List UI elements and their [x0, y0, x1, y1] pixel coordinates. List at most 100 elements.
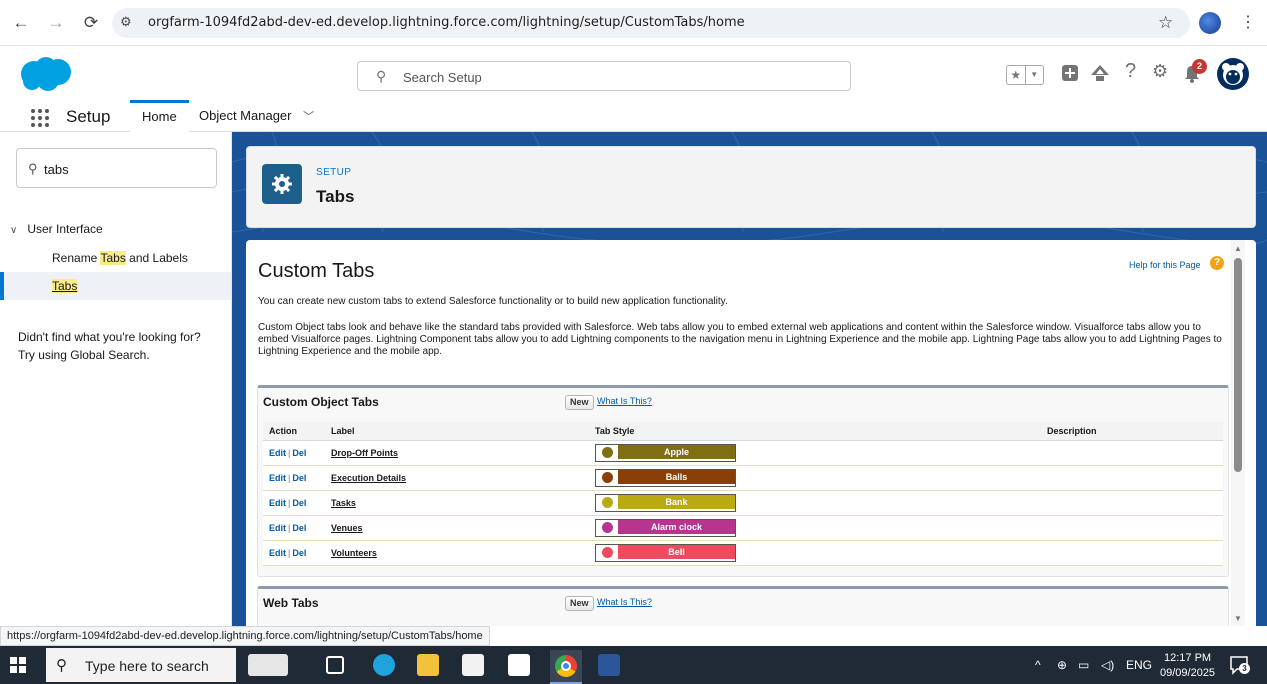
row-label-cell: Execution Details — [325, 465, 589, 491]
app-launcher-icon[interactable] — [31, 109, 49, 127]
table-row: Edit | Del Venues Alarm clock — [263, 515, 1223, 541]
taskbar-date: 09/09/2025 — [1160, 667, 1216, 679]
tab-style-swatch: Apple — [595, 443, 736, 462]
bank-icon — [596, 494, 618, 511]
tree-item-tabs[interactable]: Tabs — [0, 272, 231, 300]
global-search-box[interactable]: ⚲ Search Setup — [357, 61, 851, 91]
setup-sidebar: ⚲ tabs ∨ User Interface Rename Tabs and … — [0, 132, 232, 626]
chrome-taskbar-button[interactable] — [550, 650, 582, 684]
balls-icon — [596, 469, 618, 486]
tab-home[interactable]: Home — [130, 100, 189, 132]
sidebar-help-line: Didn't find what you're looking for? — [18, 330, 201, 344]
new-custom-object-tab-button[interactable]: New — [565, 395, 594, 410]
del-link[interactable]: Del — [292, 523, 306, 533]
microsoft-store-icon[interactable] — [462, 654, 484, 676]
favorites-button[interactable]: ★ ▼ — [1006, 65, 1044, 85]
global-actions-icon[interactable] — [1061, 64, 1079, 82]
del-link[interactable]: Del — [292, 473, 306, 483]
tree-item-rename-tabs-and-labels[interactable]: Rename Tabs and Labels — [0, 244, 231, 272]
word-icon[interactable] — [598, 654, 620, 676]
task-view-icon[interactable] — [326, 656, 344, 674]
site-settings-icon[interactable]: ⚙ — [120, 14, 132, 30]
browser-menu-icon[interactable]: ⋮ — [1240, 12, 1256, 32]
volume-icon[interactable]: ◁) — [1101, 658, 1114, 672]
salesforce-logo[interactable] — [18, 55, 74, 93]
browser-profile-icon[interactable] — [1199, 12, 1221, 34]
del-link[interactable]: Del — [292, 498, 306, 508]
tab-label-link[interactable]: Venues — [331, 523, 363, 533]
trailhead-guide-icon[interactable] — [1090, 64, 1110, 82]
what-is-this-link[interactable]: What Is This? — [597, 396, 652, 406]
quick-find-box[interactable]: ⚲ tabs — [16, 148, 217, 188]
help-icon[interactable]: ? — [1125, 60, 1136, 83]
action-center-badge: 3 — [1239, 663, 1250, 674]
row-actions: Edit | Del — [263, 440, 325, 466]
table-row: Edit | Del Execution Details Balls — [263, 465, 1223, 491]
tray-overflow-chevron-icon[interactable]: ^ — [1035, 658, 1041, 672]
tree-group-user-interface[interactable]: ∨ User Interface — [10, 222, 103, 236]
what-is-this-link[interactable]: What Is This? — [597, 597, 652, 607]
search-icon: ⚲ — [28, 161, 38, 176]
scrollbar-thumb[interactable] — [1234, 258, 1242, 472]
quick-find-input[interactable]: tabs — [44, 162, 69, 177]
row-label-cell: Tasks — [325, 490, 589, 516]
edit-link[interactable]: Edit — [269, 548, 286, 558]
user-avatar[interactable] — [1217, 58, 1249, 90]
global-search-input[interactable]: Search Setup — [403, 70, 482, 85]
sidebar-help-line: Try using Global Search. — [18, 348, 150, 362]
edit-link[interactable]: Edit — [269, 498, 286, 508]
sidebar-help-text: Didn't find what you're looking for? Try… — [18, 328, 201, 364]
scroll-up-arrow-icon[interactable]: ▲ — [1234, 244, 1242, 253]
favorites-star-icon[interactable]: ★ — [1007, 66, 1025, 84]
edit-link[interactable]: Edit — [269, 448, 286, 458]
chevron-down-icon[interactable]: ∨ — [10, 225, 24, 236]
tab-style-name: Alarm clock — [618, 519, 735, 534]
forward-arrow-icon[interactable]: → — [45, 12, 67, 34]
notification-badge: 2 — [1192, 59, 1207, 74]
tray-app-icon[interactable]: ⊕ — [1057, 658, 1067, 672]
taskbar-clock[interactable]: 12:17 PM 09/09/2025 — [1160, 651, 1215, 681]
action-center-icon[interactable]: 3 — [1229, 655, 1250, 675]
reload-icon[interactable]: ⟳ — [80, 12, 102, 34]
sudoku-widget-icon[interactable] — [248, 654, 288, 676]
address-bar-url[interactable]: orgfarm-1094fd2abd-dev-ed.develop.lightn… — [148, 15, 745, 30]
row-description-cell — [1041, 515, 1223, 541]
windows-start-icon[interactable] — [10, 657, 26, 673]
tab-object-manager[interactable]: Object Manager ﹀ — [187, 100, 326, 132]
tab-style-swatch: Balls — [595, 468, 736, 487]
mail-icon[interactable] — [508, 654, 530, 676]
language-indicator[interactable]: ENG — [1126, 658, 1152, 672]
help-for-this-page-link[interactable]: Help for this Page — [1129, 260, 1201, 270]
tab-label-link[interactable]: Drop-Off Points — [331, 448, 398, 458]
row-tabstyle-cell: Bank — [589, 490, 1041, 516]
back-arrow-icon[interactable]: ← — [10, 12, 32, 34]
new-web-tab-button[interactable]: New — [565, 596, 594, 611]
edit-link[interactable]: Edit — [269, 473, 286, 483]
tab-label-link[interactable]: Volunteers — [331, 548, 377, 558]
bookmark-star-icon[interactable]: ☆ — [1158, 13, 1173, 33]
taskbar-time: 12:17 PM — [1163, 652, 1212, 664]
table-header-row: Action Label Tab Style Description — [263, 422, 1223, 441]
tab-label-link[interactable]: Execution Details — [331, 473, 406, 483]
scroll-down-arrow-icon[interactable]: ▼ — [1234, 614, 1242, 623]
tree-group-label: User Interface — [27, 222, 103, 236]
bell-icon — [596, 544, 618, 561]
search-match-highlight: Tabs — [100, 251, 126, 265]
favorites-dropdown-icon[interactable]: ▼ — [1024, 66, 1044, 84]
content-title: Custom Tabs — [258, 260, 375, 282]
user-avatar-icon — [1222, 63, 1244, 85]
edge-browser-icon[interactable] — [373, 654, 395, 676]
del-link[interactable]: Del — [292, 448, 306, 458]
taskbar-search-input[interactable]: Type here to search — [85, 658, 209, 674]
status-bar-url: https://orgfarm-1094fd2abd-dev-ed.develo… — [0, 626, 490, 646]
section-title: Web Tabs — [263, 596, 319, 610]
file-explorer-icon[interactable] — [417, 654, 439, 676]
tab-label-link[interactable]: Tasks — [331, 498, 356, 508]
setup-gear-icon[interactable]: ⚙ — [1152, 61, 1168, 82]
help-icon[interactable]: ? — [1210, 256, 1224, 270]
del-link[interactable]: Del — [292, 548, 306, 558]
taskbar-search-box[interactable]: ⚲ Type here to search — [46, 648, 236, 682]
chevron-down-icon[interactable]: ﹀ — [303, 111, 314, 123]
edit-link[interactable]: Edit — [269, 523, 286, 533]
network-icon[interactable]: ▭ — [1078, 658, 1089, 672]
